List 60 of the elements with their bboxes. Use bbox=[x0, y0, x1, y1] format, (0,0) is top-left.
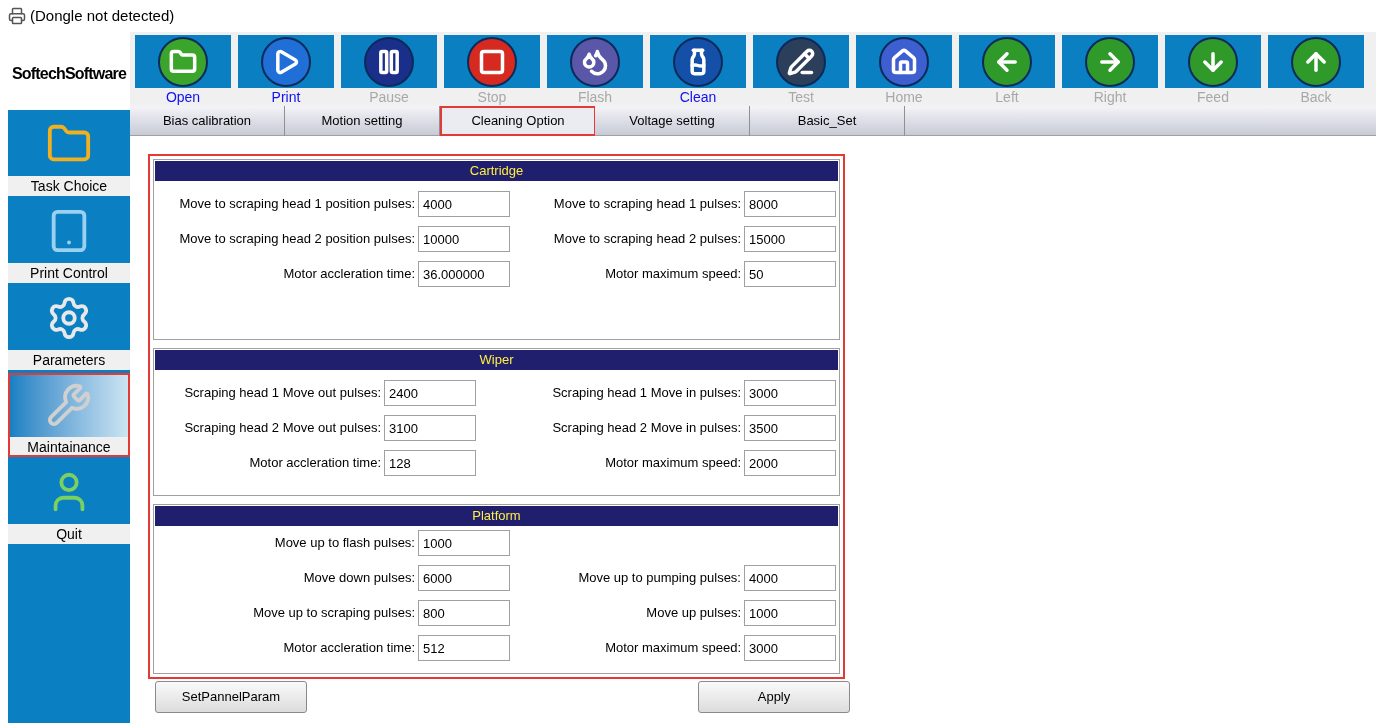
field-label: Move up to scraping pulses: bbox=[252, 604, 415, 623]
section-header: Cartridge bbox=[155, 161, 838, 181]
field-label: Move up pulses: bbox=[645, 604, 741, 623]
field-label: Move to scraping head 1 position pulses: bbox=[178, 195, 415, 214]
input-field[interactable]: 512 bbox=[418, 635, 510, 661]
field-label: Scraping head 1 Move in pulses: bbox=[551, 384, 741, 403]
field-label: Scraping head 1 Move out pulses: bbox=[183, 384, 381, 403]
folder-icon bbox=[169, 47, 197, 76]
section-header: Wiper bbox=[155, 350, 838, 370]
field-label: Move to scraping head 1 pulses: bbox=[552, 195, 741, 214]
tab[interactable]: Bias calibration bbox=[130, 106, 285, 136]
field-label: Move to scraping head 2 pulses: bbox=[552, 230, 741, 249]
field-label: Motor maximum speed: bbox=[604, 265, 741, 284]
input-field[interactable]: 36.000000 bbox=[418, 261, 510, 287]
input-field[interactable]: 2400 bbox=[384, 380, 476, 406]
input-field[interactable]: 128 bbox=[384, 450, 476, 476]
input-field[interactable]: 3000 bbox=[744, 635, 836, 661]
input-field[interactable]: 15000 bbox=[744, 226, 836, 252]
sidebar-item[interactable]: Print Control bbox=[8, 199, 130, 283]
input-field[interactable]: 10000 bbox=[418, 226, 510, 252]
input-field[interactable]: 1000 bbox=[418, 530, 510, 556]
stop-icon bbox=[478, 47, 506, 76]
field-label: Scraping head 2 Move out pulses: bbox=[183, 419, 381, 438]
field-label: Move down pulses: bbox=[302, 569, 415, 588]
action-button[interactable]: Apply bbox=[698, 681, 850, 713]
field-label: Move to scraping head 2 position pulses: bbox=[178, 230, 415, 249]
window-title: (Dongle not detected) bbox=[30, 5, 175, 26]
field-label: Motor accleration time: bbox=[282, 265, 415, 284]
field-label: Motor maximum speed: bbox=[604, 454, 741, 473]
input-field[interactable]: 1000 bbox=[744, 600, 836, 626]
input-field[interactable]: 3100 bbox=[384, 415, 476, 441]
input-field[interactable]: 50 bbox=[744, 261, 836, 287]
tab[interactable]: Basic_Set bbox=[750, 106, 905, 136]
action-button[interactable]: SetPannelParam bbox=[155, 681, 307, 713]
field-label: Move up to flash pulses: bbox=[273, 534, 415, 553]
field-label: Move up to pumping pulses: bbox=[577, 569, 741, 588]
tab[interactable]: Voltage setting bbox=[595, 106, 750, 136]
section-header: Platform bbox=[155, 506, 838, 526]
input-field[interactable]: 6000 bbox=[418, 565, 510, 591]
field-label: Motor accleration time: bbox=[282, 639, 415, 658]
printer-icon bbox=[8, 7, 26, 25]
ink-drops-icon bbox=[581, 47, 609, 76]
input-field[interactable]: 4000 bbox=[418, 191, 510, 217]
sidebar-item[interactable]: Parameters bbox=[8, 286, 130, 370]
document-pencil-icon bbox=[787, 47, 815, 76]
input-field[interactable]: 8000 bbox=[744, 191, 836, 217]
field-label: Motor maximum speed: bbox=[604, 639, 741, 658]
sidebar-item[interactable]: Task Choice bbox=[8, 112, 130, 196]
input-field[interactable]: 4000 bbox=[744, 565, 836, 591]
field-label: Scraping head 2 Move in pulses: bbox=[551, 419, 741, 438]
input-field[interactable]: 800 bbox=[418, 600, 510, 626]
field-label: Motor accleration time: bbox=[248, 454, 381, 473]
input-field[interactable]: 3000 bbox=[744, 380, 836, 406]
wrench-icon bbox=[46, 382, 92, 428]
home-icon bbox=[890, 47, 918, 76]
tab[interactable]: Cleaning Option bbox=[440, 106, 595, 136]
input-field[interactable]: 2000 bbox=[744, 450, 836, 476]
input-field[interactable]: 3500 bbox=[744, 415, 836, 441]
sidebar-item[interactable]: Quit bbox=[8, 460, 130, 544]
logo: SoftechSoftware bbox=[11, 64, 127, 84]
